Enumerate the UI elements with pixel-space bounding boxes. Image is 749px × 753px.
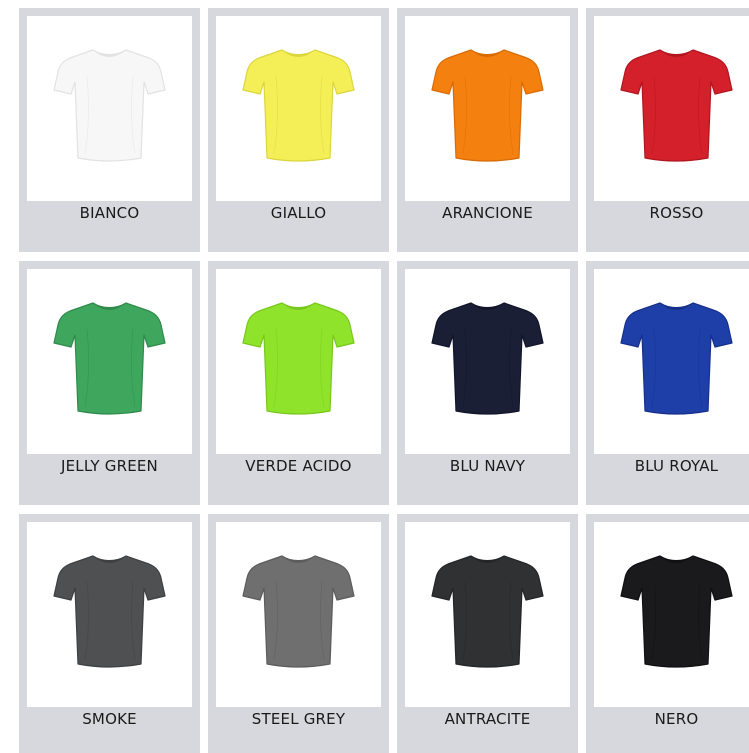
tshirt-photo xyxy=(216,269,381,454)
tshirt-icon xyxy=(242,555,355,668)
tshirt-icon xyxy=(242,302,355,415)
color-swatch-card[interactable]: JELLY GREEN xyxy=(19,261,200,505)
tshirt-photo xyxy=(216,16,381,201)
color-swatch-card[interactable]: GIALLO xyxy=(208,8,389,252)
color-swatch-card[interactable]: ARANCIONE xyxy=(397,8,578,252)
color-name-label: ANTRACITE xyxy=(444,710,531,728)
color-name-label: BIANCO xyxy=(79,204,140,222)
tshirt-photo xyxy=(216,522,381,707)
tshirt-icon xyxy=(431,49,544,162)
tshirt-photo xyxy=(594,522,749,707)
tshirt-photo xyxy=(405,16,570,201)
tshirt-photo xyxy=(27,16,192,201)
color-name-label: STEEL GREY xyxy=(251,710,346,728)
tshirt-photo xyxy=(27,269,192,454)
color-swatch-card[interactable]: BLU NAVY xyxy=(397,261,578,505)
tshirt-icon xyxy=(242,49,355,162)
color-name-label: SMOKE xyxy=(82,710,137,728)
tshirt-icon xyxy=(620,49,733,162)
tshirt-photo xyxy=(27,522,192,707)
color-swatch-card[interactable]: SMOKE xyxy=(19,514,200,753)
color-swatch-card[interactable]: STEEL GREY xyxy=(208,514,389,753)
tshirt-photo xyxy=(405,522,570,707)
color-swatch-grid: BIANCO GIALLO ARANCIONE ROSSO JELLY GREEN VER… xyxy=(0,0,749,753)
color-swatch-card[interactable]: ROSSO xyxy=(586,8,749,252)
tshirt-photo xyxy=(405,269,570,454)
tshirt-photo xyxy=(594,16,749,201)
color-swatch-card[interactable]: NERO xyxy=(586,514,749,753)
tshirt-photo xyxy=(594,269,749,454)
tshirt-icon xyxy=(431,555,544,668)
color-name-label: VERDE ACIDO xyxy=(245,457,352,475)
color-name-label: BLU ROYAL xyxy=(634,457,719,475)
tshirt-icon xyxy=(620,555,733,668)
color-name-label: GIALLO xyxy=(270,204,327,222)
color-swatch-card[interactable]: ANTRACITE xyxy=(397,514,578,753)
color-name-label: ROSSO xyxy=(649,204,704,222)
color-name-label: NERO xyxy=(654,710,699,728)
tshirt-icon xyxy=(53,49,166,162)
color-swatch-card[interactable]: BIANCO xyxy=(19,8,200,252)
color-swatch-card[interactable]: VERDE ACIDO xyxy=(208,261,389,505)
tshirt-icon xyxy=(431,302,544,415)
tshirt-icon xyxy=(53,302,166,415)
tshirt-icon xyxy=(620,302,733,415)
tshirt-icon xyxy=(53,555,166,668)
color-swatch-card[interactable]: BLU ROYAL xyxy=(586,261,749,505)
color-name-label: BLU NAVY xyxy=(449,457,526,475)
color-name-label: JELLY GREEN xyxy=(61,457,158,475)
color-name-label: ARANCIONE xyxy=(442,204,533,222)
